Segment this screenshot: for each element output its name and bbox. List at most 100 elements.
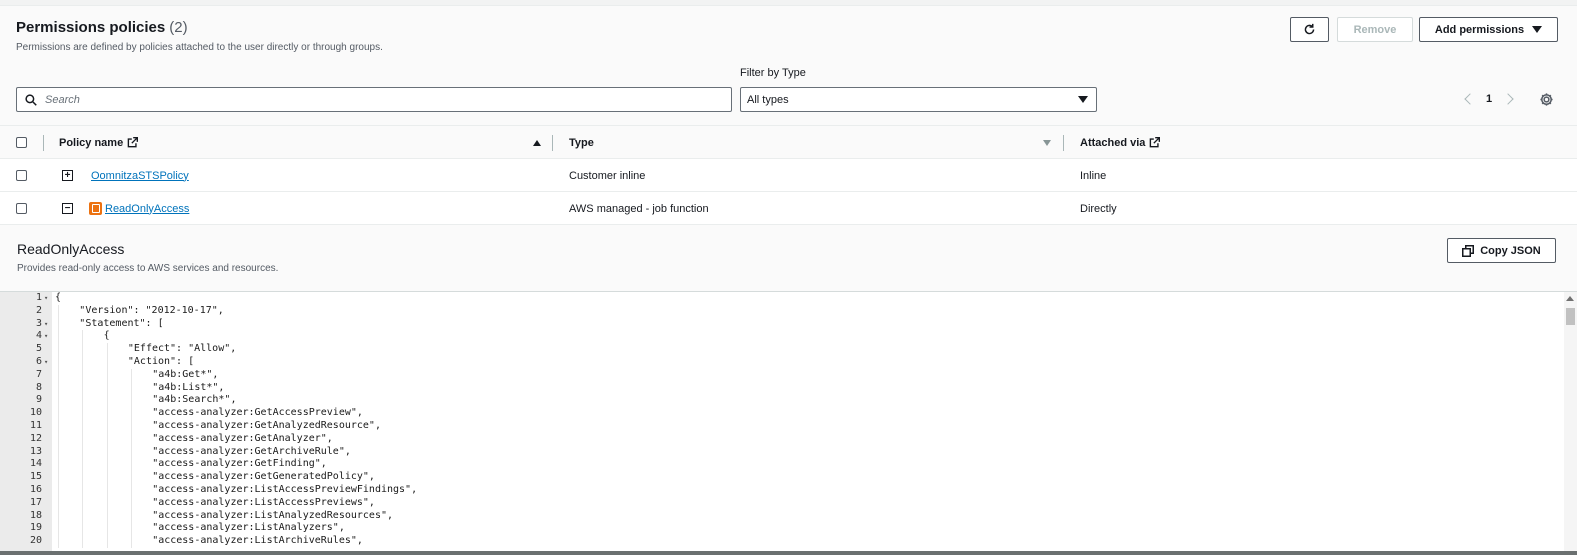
indent-guide — [82, 419, 84, 433]
code-text: "access-analyzer:ListArchiveRules", — [152, 535, 363, 547]
line-number: 18 — [29, 509, 42, 521]
column-header-policy-name[interactable]: Policy name — [59, 126, 139, 159]
policy-name-link[interactable]: ReadOnlyAccess — [105, 203, 189, 215]
refresh-button[interactable] — [1290, 17, 1329, 42]
code-line: 7 "a4b:Get*", — [0, 368, 1556, 382]
code-line: 17 "access-analyzer:ListAccessPreviews", — [0, 496, 1556, 510]
line-number: 2 — [35, 304, 42, 316]
fold-toggle-icon[interactable]: ▾ — [44, 292, 48, 305]
indent-guide — [58, 471, 59, 484]
line-number: 1 — [35, 292, 42, 303]
indent-guide — [106, 496, 108, 510]
indent-guide — [82, 394, 84, 408]
code-line: 16 "access-analyzer:ListAccessPreviewFind… — [0, 483, 1556, 497]
sort-ascending-icon[interactable] — [533, 126, 541, 159]
indent-guide — [82, 483, 84, 497]
row-select-cell — [16, 192, 27, 225]
gear-icon[interactable] — [1539, 92, 1554, 107]
scrollbar-thumb[interactable] — [1566, 308, 1575, 325]
add-permissions-label: Add permissions — [1434, 23, 1525, 36]
column-header-type[interactable]: Type — [569, 126, 594, 159]
line-number: 9 — [35, 394, 42, 406]
indent-guide — [82, 432, 84, 446]
indent-guide — [106, 419, 108, 433]
indent-guide — [130, 483, 132, 497]
indent-guide — [82, 496, 84, 510]
code-text: "access-analyzer:ListAccessPreviews", — [152, 496, 375, 508]
code-text: "access-analyzer:GetGeneratedPolicy", — [152, 471, 375, 483]
select-all-checkbox[interactable] — [16, 137, 27, 148]
indent-guide — [130, 535, 132, 548]
indent-guide — [106, 368, 108, 382]
type-cell: AWS managed - job function — [569, 202, 709, 215]
fold-toggle-icon[interactable]: ▾ — [44, 318, 48, 331]
indent-guide — [130, 394, 132, 408]
search-field[interactable] — [16, 87, 732, 112]
indent-guide — [82, 355, 84, 369]
indent-guide — [82, 381, 84, 395]
external-link-icon — [1150, 137, 1161, 148]
indent-guide — [58, 535, 59, 548]
policy-json-editor[interactable]: 1 ▾{2 "Version": "2012-10-17", 3 ▾ "Statement… — [0, 291, 1577, 555]
code-text: "access-analyzer:GetFinding", — [152, 458, 327, 470]
indent-guide — [58, 509, 59, 523]
line-number: 19 — [29, 522, 42, 534]
fold-toggle-icon[interactable]: ▾ — [44, 356, 48, 369]
fold-toggle-icon[interactable]: ▾ — [44, 330, 48, 343]
code-text: "Version": "2012-10-17", — [79, 304, 224, 316]
line-number: 15 — [29, 471, 42, 483]
page-title: Permissions policies (2) — [16, 19, 383, 36]
row-checkbox[interactable] — [16, 203, 27, 214]
next-page-icon[interactable] — [1502, 93, 1514, 105]
line-number: 7 — [35, 368, 42, 380]
aws-service-icon — [89, 202, 102, 215]
expand-row-icon[interactable]: + — [62, 170, 73, 181]
horizontal-scrollbar[interactable] — [0, 551, 1577, 555]
policy-name-link[interactable]: OomnitzaSTSPolicy — [91, 170, 189, 182]
line-number: 20 — [29, 535, 42, 547]
type-cell: Customer inline — [569, 169, 646, 182]
code-line: 6 ▾ "Action": [ — [0, 355, 1556, 369]
indent-guide — [130, 496, 132, 510]
column-header-attached-via[interactable]: Attached via — [1080, 126, 1161, 159]
indent-guide — [106, 394, 108, 408]
expand-cell: + — [62, 159, 73, 192]
current-page[interactable]: 1 — [1486, 93, 1492, 105]
refresh-icon — [1304, 23, 1315, 35]
copy-json-button[interactable]: Copy JSON — [1447, 238, 1556, 263]
row-checkbox[interactable] — [16, 170, 27, 181]
indent-guide — [106, 381, 108, 395]
previous-page-icon[interactable] — [1464, 93, 1476, 105]
vertical-scrollbar[interactable] — [1564, 292, 1577, 555]
table-row[interactable]: − ReadOnlyAccess AWS managed - job funct… — [0, 191, 1577, 224]
sort-descending-icon[interactable] — [1043, 126, 1051, 159]
scroll-up-icon[interactable] — [1566, 296, 1574, 301]
code-line: 2 "Version": "2012-10-17", — [0, 304, 1556, 318]
collapse-row-icon[interactable]: − — [62, 203, 73, 214]
code-line: 14 "access-analyzer:GetFinding", — [0, 458, 1556, 472]
column-divider[interactable] — [43, 135, 44, 151]
policy-name-cell: OomnitzaSTSPolicy — [91, 159, 189, 192]
indent-guide — [106, 407, 108, 420]
indent-guide — [82, 471, 84, 484]
detail-title: ReadOnlyAccess — [17, 241, 125, 257]
remove-button[interactable]: Remove — [1337, 17, 1413, 42]
search-input[interactable] — [45, 93, 645, 106]
indent-guide — [58, 394, 59, 408]
line-number: 5 — [35, 343, 42, 355]
indent-guide — [82, 445, 84, 459]
code-text: "a4b:List*", — [152, 381, 225, 393]
column-divider[interactable] — [1063, 135, 1064, 151]
indent-guide — [82, 535, 84, 548]
indent-guide — [82, 343, 84, 356]
indent-guide — [58, 304, 59, 318]
row-select-cell — [16, 159, 27, 192]
table-row[interactable]: + OomnitzaSTSPolicy Customer inline Inli… — [0, 158, 1577, 191]
top-divider — [0, 0, 1577, 6]
add-permissions-button[interactable]: Add permissions — [1419, 17, 1558, 42]
indent-guide — [58, 381, 59, 395]
copy-icon — [1462, 244, 1475, 257]
column-divider[interactable] — [552, 135, 553, 151]
indent-guide — [130, 419, 132, 433]
type-filter-select[interactable]: All types — [740, 87, 1097, 112]
